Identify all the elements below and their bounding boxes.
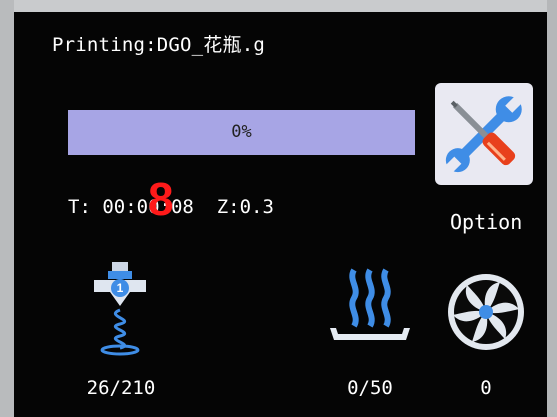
z-height: Z:0.3 <box>216 196 274 218</box>
extruder-temp-button[interactable]: 1 <box>90 260 150 358</box>
overlay-red-digit: 8 <box>148 173 174 225</box>
option-label: Option <box>450 210 523 234</box>
progress-percent-label: 0% <box>231 122 252 142</box>
option-button[interactable] <box>435 83 533 185</box>
extruder-index-badge: 1 <box>117 281 124 295</box>
extruder-temp-value: 26/210 <box>86 377 156 399</box>
fan-icon <box>448 274 524 350</box>
elapsed-time: T: 00:00:08 <box>68 196 194 218</box>
lcd-screen: Printing:DGO_花瓶.g 0% T: 00:00:08 Z:0.3 8 <box>14 12 547 417</box>
tools-icon <box>444 95 523 174</box>
device-bezel-right <box>547 0 557 417</box>
fan-button[interactable] <box>444 270 528 354</box>
bed-temp-value: 0/50 <box>347 377 393 399</box>
device-bezel-top <box>0 0 557 12</box>
bed-temp-button[interactable] <box>328 264 412 348</box>
printing-file-title: Printing:DGO_花瓶.g <box>52 34 265 56</box>
nozzle-icon: 1 <box>94 262 146 356</box>
print-progress-bar: 0% <box>68 110 415 155</box>
device-bezel-left <box>0 0 14 417</box>
heated-bed-icon <box>330 268 410 340</box>
fan-speed-value: 0 <box>480 377 492 399</box>
